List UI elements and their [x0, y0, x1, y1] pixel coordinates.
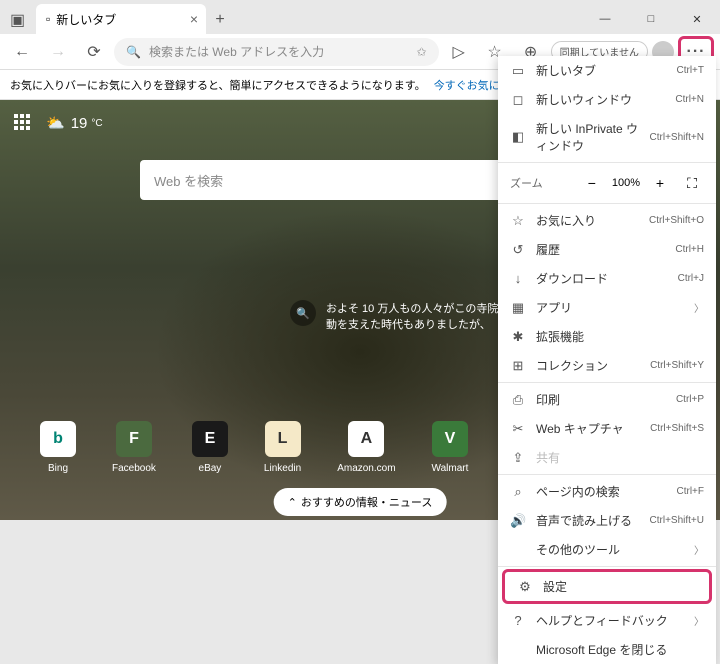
- more-menu: ▭新しいタブCtrl+T ◻新しいウィンドウCtrl+N ◧新しい InPriv…: [498, 56, 716, 664]
- news-label: おすすめの情報・ニュース: [301, 494, 432, 510]
- download-icon: ↓: [510, 271, 526, 286]
- quick-links: b Bing F Facebook EeBay L Linkedin A Amazon.com V…: [40, 421, 468, 474]
- tab-title: 新しいタブ: [56, 11, 116, 28]
- tile-label: Amazon.com: [337, 463, 395, 474]
- star-icon: ☆: [510, 213, 526, 229]
- menu-webcapture[interactable]: ✂Web キャプチャCtrl+Shift+S: [498, 414, 716, 443]
- tile-label: Linkedin: [264, 463, 301, 474]
- menu-collections[interactable]: ⊞コレクションCtrl+Shift+Y: [498, 351, 716, 380]
- web-search-box[interactable]: Web を検索: [140, 160, 520, 200]
- site-settings-icon[interactable]: ✩: [417, 45, 427, 59]
- menu-help[interactable]: ?ヘルプとフィードバック〉: [498, 606, 716, 635]
- quick-link-tile[interactable]: F Facebook: [112, 421, 156, 474]
- readaloud-icon: 🔊: [510, 513, 526, 529]
- extensions-icon: ✱: [510, 329, 526, 345]
- forward-button[interactable]: →: [42, 37, 74, 67]
- address-bar[interactable]: 🔍 検索または Web アドレスを入力 ✩: [114, 38, 439, 66]
- minimize-button[interactable]: ―: [582, 4, 628, 34]
- menu-apps[interactable]: ▦アプリ〉: [498, 293, 716, 322]
- maximize-button[interactable]: □: [628, 4, 674, 34]
- print-icon: ⎙: [510, 392, 526, 408]
- history-icon: ↺: [510, 242, 526, 258]
- close-tab-icon[interactable]: ×: [190, 11, 198, 27]
- menu-new-window[interactable]: ◻新しいウィンドウCtrl+N: [498, 85, 716, 114]
- tile-label: Bing: [48, 463, 68, 474]
- chevron-right-icon: 〉: [694, 542, 704, 557]
- quick-link-tile[interactable]: L Linkedin: [264, 421, 301, 474]
- menu-downloads[interactable]: ↓ダウンロードCtrl+J: [498, 264, 716, 293]
- capture-icon: ✂: [510, 421, 526, 437]
- caption-line1: およそ 10 万人もの人々がこの寺院の: [326, 300, 509, 316]
- sidebar-button[interactable]: ▣: [10, 10, 25, 30]
- tile-icon: V: [432, 421, 468, 457]
- cursor-icon[interactable]: ▷: [443, 37, 475, 67]
- menu-history[interactable]: ↺履歴Ctrl+H: [498, 235, 716, 264]
- zoom-out-button[interactable]: −: [580, 171, 604, 195]
- address-placeholder: 検索または Web アドレスを入力: [149, 43, 324, 60]
- menu-favorites[interactable]: ☆お気に入りCtrl+Shift+O: [498, 206, 716, 235]
- menu-inprivate[interactable]: ◧新しい InPrivate ウィンドウCtrl+Shift+N: [498, 114, 716, 160]
- quick-link-tile[interactable]: EeBay: [192, 421, 228, 474]
- tile-label: eBay: [199, 463, 222, 474]
- page-icon: ▫: [46, 12, 50, 26]
- find-icon: ⌕: [510, 484, 526, 500]
- inprivate-icon: ◧: [510, 129, 526, 145]
- tile-icon: L: [265, 421, 301, 457]
- quick-link-tile[interactable]: V Walmart: [432, 421, 469, 474]
- menu-print[interactable]: ⎙印刷Ctrl+P: [498, 385, 716, 414]
- menu-share: ⇪共有: [498, 443, 716, 472]
- weather-unit: °C: [91, 118, 102, 129]
- content-topbar: ⛅ 19 °C: [14, 114, 103, 132]
- refresh-button[interactable]: ⟳: [78, 37, 110, 67]
- chevron-up-icon: ⌃: [288, 496, 297, 509]
- menu-close-edge[interactable]: Microsoft Edge を閉じる: [498, 635, 716, 664]
- menu-readaloud[interactable]: 🔊音声で読み上げるCtrl+Shift+U: [498, 506, 716, 535]
- window-icon: ◻: [510, 92, 526, 108]
- fullscreen-button[interactable]: ⛶: [680, 171, 704, 195]
- weather-icon: ⛅: [46, 114, 65, 132]
- tile-icon: A: [348, 421, 384, 457]
- new-tab-button[interactable]: +: [206, 6, 234, 34]
- menu-moretools[interactable]: その他のツール〉: [498, 535, 716, 564]
- search-icon: 🔍: [126, 45, 141, 59]
- tab-icon: ▭: [510, 63, 526, 79]
- image-caption: 🔍 およそ 10 万人もの人々がこの寺院の 動を支えた時代もありましたが、: [290, 300, 509, 332]
- tile-label: Facebook: [112, 463, 156, 474]
- help-icon: ?: [510, 613, 526, 628]
- gear-icon: ⚙: [517, 579, 533, 595]
- chevron-right-icon: 〉: [694, 613, 704, 628]
- tile-icon: F: [116, 421, 152, 457]
- magnify-icon[interactable]: 🔍: [290, 300, 316, 326]
- browser-tab[interactable]: ▫ 新しいタブ ×: [36, 4, 206, 34]
- menu-extensions[interactable]: ✱拡張機能: [498, 322, 716, 351]
- apps-grid-icon[interactable]: [14, 114, 32, 132]
- menu-zoom: ズーム − 100% + ⛶: [498, 165, 716, 201]
- chevron-right-icon: 〉: [694, 300, 704, 315]
- menu-find[interactable]: ⌕ページ内の検索Ctrl+F: [498, 477, 716, 506]
- tile-label: Walmart: [432, 463, 469, 474]
- settings-highlight: ⚙設定: [502, 569, 712, 604]
- tile-icon: E: [192, 421, 228, 457]
- weather-temp: 19: [71, 115, 88, 132]
- share-icon: ⇪: [510, 450, 526, 466]
- zoom-value: 100%: [612, 177, 640, 189]
- apps-icon: ▦: [510, 300, 526, 316]
- infobar-text: お気に入りバーにお気に入りを登録すると、簡単にアクセスできるようになります。: [10, 77, 426, 93]
- titlebar: ▣ ▫ 新しいタブ × + ― □ ✕: [0, 0, 720, 34]
- quick-link-tile[interactable]: b Bing: [40, 421, 76, 474]
- quick-link-tile[interactable]: A Amazon.com: [337, 421, 395, 474]
- weather-widget[interactable]: ⛅ 19 °C: [46, 114, 103, 132]
- menu-settings[interactable]: ⚙設定: [505, 572, 709, 601]
- collections-icon: ⊞: [510, 358, 526, 374]
- tile-icon: b: [40, 421, 76, 457]
- caption-line2: 動を支えた時代もありましたが、: [326, 316, 509, 332]
- back-button[interactable]: ←: [6, 37, 38, 67]
- news-button[interactable]: ⌃ おすすめの情報・ニュース: [274, 488, 447, 516]
- search-placeholder: Web を検索: [154, 171, 223, 190]
- zoom-in-button[interactable]: +: [648, 171, 672, 195]
- close-window-button[interactable]: ✕: [674, 4, 720, 34]
- menu-new-tab[interactable]: ▭新しいタブCtrl+T: [498, 56, 716, 85]
